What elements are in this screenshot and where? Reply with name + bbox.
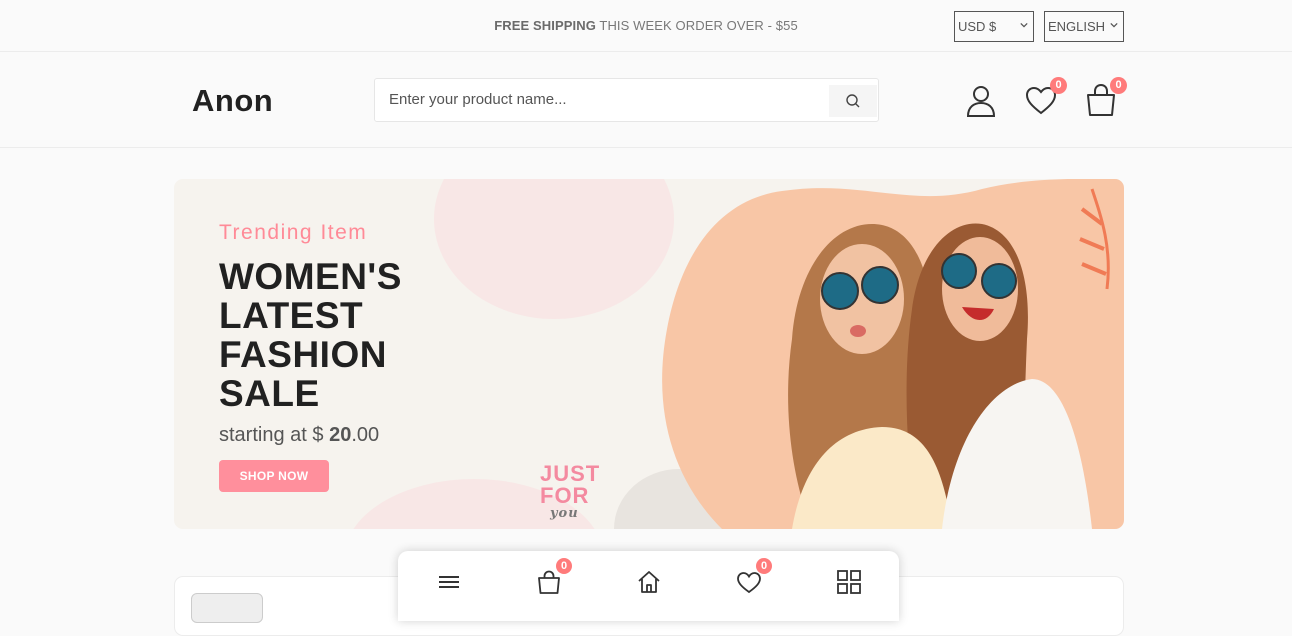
home-icon — [638, 571, 660, 593]
hero-banner: Trending Item WOMEN'S LATEST FASHION SAL… — [174, 179, 1124, 529]
price-prefix: starting at $ — [219, 424, 324, 446]
bottom-cart-button[interactable]: 0 — [536, 558, 572, 595]
bottom-wishlist-button[interactable]: 0 — [736, 558, 772, 595]
chevron-down-icon — [1020, 22, 1028, 28]
search-icon — [846, 94, 860, 108]
search-button[interactable] — [829, 85, 877, 117]
shipping-bold: FREE SHIPPING — [494, 18, 596, 33]
banner-subtitle: Trending Item — [219, 221, 368, 244]
search-input[interactable] — [389, 91, 809, 108]
wishlist-badge: 0 — [1050, 77, 1067, 94]
shipping-text: THIS WEEK ORDER OVER - $55 — [599, 18, 798, 33]
shop-now-button[interactable]: SHOP NOW — [219, 460, 329, 492]
top-bar: FREE SHIPPING THIS WEEK ORDER OVER - $55… — [0, 0, 1292, 52]
menu-button[interactable] — [436, 569, 462, 595]
banner-price: starting at $ 20.00 — [219, 424, 379, 447]
cart-button[interactable]: 0 — [1084, 77, 1127, 118]
chevron-down-icon — [1110, 22, 1118, 28]
language-select[interactable]: ENGLISH — [1044, 11, 1124, 42]
banner-title: WOMEN'S LATEST FASHION SALE — [219, 256, 402, 414]
bottom-wishlist-badge: 0 — [756, 558, 772, 574]
deco-line3: you — [550, 506, 579, 521]
category-tab[interactable] — [191, 593, 263, 623]
currency-value: USD $ — [958, 19, 997, 34]
search-bar — [374, 78, 879, 122]
mobile-bottom-nav: 0 0 — [398, 551, 899, 621]
cart-badge: 0 — [1110, 77, 1127, 94]
wishlist-button[interactable]: 0 — [1024, 77, 1067, 118]
menu-icon — [439, 576, 459, 588]
main-header: Anon 0 0 — [0, 52, 1292, 148]
just-for-you-graphic: JUST FOR you — [540, 463, 600, 525]
home-button[interactable] — [636, 569, 662, 595]
account-button[interactable] — [964, 82, 998, 118]
hero-image — [662, 179, 1124, 529]
price-suffix: .00 — [351, 424, 380, 446]
user-icon — [966, 86, 996, 117]
language-value: ENGLISH — [1048, 19, 1106, 34]
bottom-cart-badge: 0 — [556, 558, 572, 574]
price-bold: 20 — [329, 424, 352, 446]
heart-icon — [737, 572, 761, 594]
logo[interactable]: Anon — [192, 83, 273, 119]
categories-button[interactable] — [836, 569, 862, 595]
grid-icon — [837, 570, 861, 594]
shopping-bag-icon — [538, 570, 560, 594]
currency-select[interactable]: USD $ — [954, 11, 1034, 42]
